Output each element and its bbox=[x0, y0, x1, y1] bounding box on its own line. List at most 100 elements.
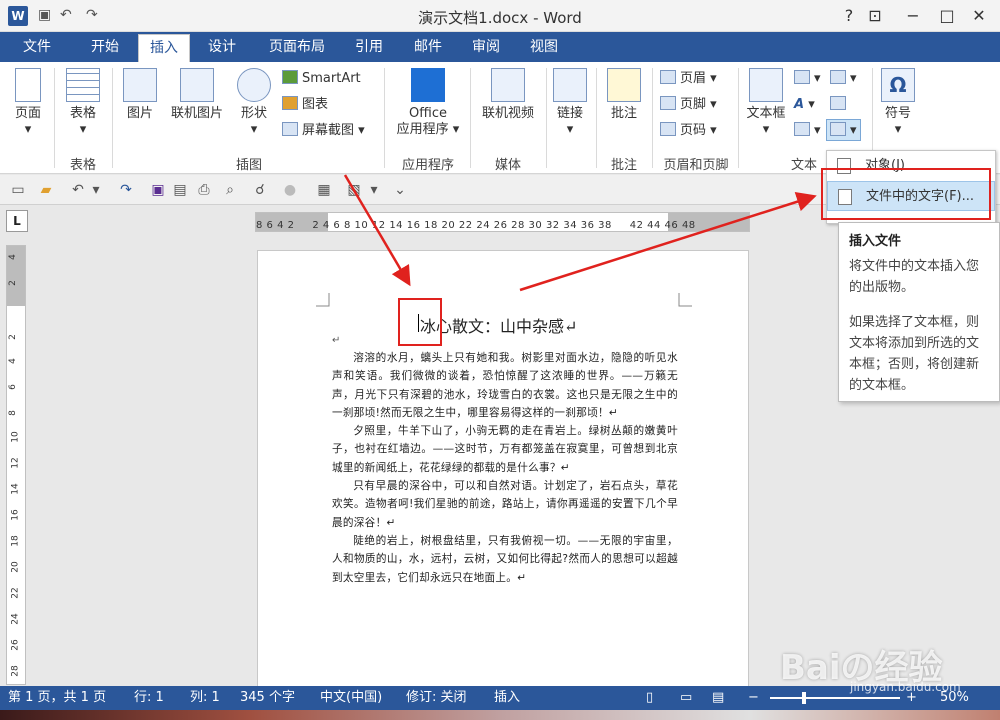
wordart-icon: A bbox=[794, 97, 805, 112]
symbol-button[interactable]: Ω 符号 ▾ bbox=[876, 68, 920, 138]
ruler-number: 24 bbox=[10, 613, 21, 625]
smartart-icon bbox=[282, 70, 298, 84]
document-title[interactable]: 冰心散文：山中杂感↵ bbox=[420, 313, 577, 337]
tab-references[interactable]: 引用 bbox=[344, 32, 394, 62]
minimize-button[interactable]: − bbox=[900, 4, 926, 28]
tab-selector[interactable]: L bbox=[6, 210, 28, 232]
close-button[interactable]: ✕ bbox=[966, 4, 992, 28]
quick-print-icon[interactable]: ⎙ bbox=[196, 182, 212, 198]
smartart-button[interactable]: SmartArt bbox=[282, 68, 361, 90]
ruler-number: 18 bbox=[10, 535, 21, 547]
status-word-count[interactable]: 345 个字 bbox=[240, 686, 295, 710]
draw-table-icon[interactable]: ▧ bbox=[346, 182, 362, 198]
draw-table-dropdown-icon[interactable]: ▾ bbox=[366, 182, 382, 198]
horizontal-ruler[interactable]: 8 6 4 2 2 4 6 8 10 12 14 16 18 20 22 24 … bbox=[255, 212, 750, 232]
read-mode-icon[interactable]: ▯ bbox=[646, 686, 653, 710]
help-button[interactable]: ? bbox=[836, 4, 862, 28]
drop-cap-button[interactable]: ▾ bbox=[794, 120, 821, 142]
group-separator bbox=[112, 68, 113, 168]
ruler-number: 28 bbox=[10, 665, 21, 677]
office-apps-button[interactable]: Office 应用程序 ▾ bbox=[390, 68, 466, 138]
status-language[interactable]: 中文(中国) bbox=[320, 686, 382, 710]
insert-table-icon[interactable]: ▦ bbox=[316, 182, 332, 198]
object-icon bbox=[830, 122, 846, 136]
screenshot-icon bbox=[282, 122, 298, 136]
links-button[interactable]: 链接 ▾ bbox=[550, 68, 590, 138]
tab-mailings[interactable]: 邮件 bbox=[402, 32, 454, 62]
print-preview-icon[interactable]: ▤ bbox=[172, 182, 188, 198]
group-label-illustrations: 插图 bbox=[235, 158, 262, 173]
object-button[interactable]: ▾ bbox=[826, 119, 861, 141]
zoom-out-button[interactable]: − bbox=[748, 686, 759, 710]
blank-paragraph-mark: ↵ bbox=[332, 335, 341, 346]
footer-button[interactable]: 页脚 ▾ bbox=[660, 94, 717, 116]
crop-mark-top-left bbox=[316, 293, 330, 307]
group-separator bbox=[54, 68, 55, 168]
tooltip-title: 插入文件 bbox=[849, 234, 902, 249]
table-button[interactable]: 表格 ▾ bbox=[60, 68, 106, 138]
customize-toolbar-icon[interactable]: ⌄ bbox=[392, 182, 408, 198]
save-icon[interactable]: ▣ bbox=[150, 182, 166, 198]
date-time-button[interactable] bbox=[830, 94, 850, 116]
ribbon-tabs: 文件 开始 插入 设计 页面布局 引用 邮件 审阅 视图 bbox=[0, 32, 1000, 92]
ruler-number: 10 bbox=[10, 431, 21, 443]
tab-design[interactable]: 设计 bbox=[196, 32, 248, 62]
record-icon[interactable]: ● bbox=[282, 182, 298, 198]
document-page[interactable]: 冰心散文：山中杂感↵ ↵ 溶溶的水月，螭头上只有她和我。树影里对面水边，隐隐的听… bbox=[257, 250, 749, 690]
ribbon-display-button[interactable]: ⊡ bbox=[862, 4, 888, 28]
ruler-numbers: 8 6 4 2 2 4 6 8 10 12 14 16 18 20 22 24 … bbox=[256, 220, 696, 231]
tab-file[interactable]: 文件 bbox=[0, 32, 74, 62]
maximize-button[interactable]: □ bbox=[934, 4, 960, 28]
omega-icon: Ω bbox=[881, 68, 915, 102]
paragraph: 溶溶的水月，螭头上只有她和我。树影里对面水边，隐隐的听见水声和笑语。我们微微的谈… bbox=[332, 352, 678, 419]
zoom-slider-thumb[interactable] bbox=[802, 692, 806, 704]
header-icon bbox=[660, 70, 676, 84]
drop-cap-icon bbox=[794, 122, 810, 136]
screenshot-button[interactable]: 屏幕截图 ▾ bbox=[282, 120, 365, 142]
redo-icon[interactable]: ↷ bbox=[118, 182, 134, 198]
tab-view[interactable]: 视图 bbox=[518, 32, 570, 62]
page-icon bbox=[15, 68, 41, 102]
zoom-slider[interactable] bbox=[770, 697, 900, 699]
group-separator bbox=[546, 68, 547, 168]
new-document-icon[interactable]: ▭ bbox=[10, 182, 26, 198]
footer-icon bbox=[660, 96, 676, 110]
quick-parts-button[interactable]: ▾ bbox=[794, 68, 821, 90]
find-icon[interactable]: ☌ bbox=[252, 182, 268, 198]
header-button[interactable]: 页眉 ▾ bbox=[660, 68, 717, 90]
undo-icon[interactable]: ↶ bbox=[70, 182, 86, 198]
status-row: 行: 1 bbox=[134, 690, 164, 705]
undo-dropdown-icon[interactable]: ▾ bbox=[88, 182, 104, 198]
group-separator bbox=[470, 68, 471, 168]
print-layout-icon[interactable]: ▭ bbox=[680, 686, 692, 710]
cursor-highlight-box bbox=[398, 298, 442, 346]
web-layout-icon[interactable]: ▤ bbox=[712, 686, 724, 710]
zoom-icon[interactable]: ⌕ bbox=[222, 182, 238, 198]
shapes-button[interactable]: 形状 ▾ bbox=[232, 68, 276, 138]
ruler-number: 8 bbox=[7, 410, 18, 416]
online-video-button[interactable]: 联机视频 bbox=[474, 68, 542, 122]
tooltip-insert-file: 插入文件 将文件中的文本插入您的出版物。 如果选择了文本框，则文本将添加到所选的… bbox=[838, 222, 1000, 402]
tab-insert[interactable]: 插入 bbox=[138, 34, 190, 62]
picture-button[interactable]: 图片 bbox=[118, 68, 162, 122]
paragraph: 陡绝的岩上，树根盘结里，只有我俯视一切。——无限的宇宙里，人和物质的山，水，远村… bbox=[332, 534, 678, 584]
pages-button[interactable]: 页面 ▾ bbox=[6, 68, 50, 138]
title-bar: W ▣ ↶ ↷ 演示文档1.docx - Word ? ⊡ − □ ✕ bbox=[0, 0, 1000, 32]
page-number-button[interactable]: 页码 ▾ bbox=[660, 120, 717, 142]
signature-line-button[interactable]: ▾ bbox=[830, 68, 857, 90]
chart-button[interactable]: 图表 bbox=[282, 94, 328, 116]
status-track-changes[interactable]: 修订: 关闭 bbox=[406, 686, 467, 710]
open-folder-icon[interactable]: ▰ bbox=[38, 182, 54, 198]
status-page[interactable]: 第 1 页，共 1 页 bbox=[8, 686, 106, 710]
tab-review[interactable]: 审阅 bbox=[460, 32, 512, 62]
comment-button[interactable]: 批注 bbox=[602, 68, 646, 122]
vertical-ruler[interactable]: 4 2 2 4 6 8 10 12 14 16 18 20 22 24 26 2… bbox=[6, 245, 26, 685]
tab-home[interactable]: 开始 bbox=[80, 32, 130, 62]
wordart-button[interactable]: A ▾ bbox=[794, 94, 815, 116]
textbox-button[interactable]: 文本框 ▾ bbox=[742, 68, 790, 138]
quick-parts-icon bbox=[794, 70, 810, 84]
status-insert-mode[interactable]: 插入 bbox=[494, 686, 520, 710]
document-body[interactable]: 溶溶的水月，螭头上只有她和我。树影里对面水边，隐隐的听见水声和笑语。我们微微的谈… bbox=[332, 349, 678, 587]
online-picture-button[interactable]: 联机图片 bbox=[164, 68, 230, 122]
tab-page-layout[interactable]: 页面布局 bbox=[256, 32, 338, 62]
